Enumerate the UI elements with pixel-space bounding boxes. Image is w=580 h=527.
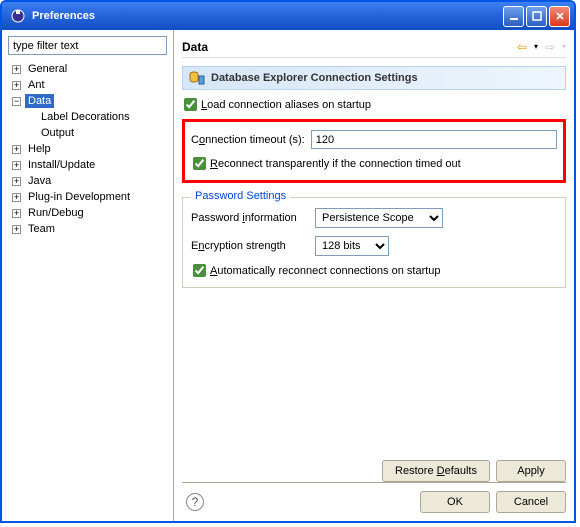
encryption-label: Encryption strength	[191, 240, 309, 252]
filter-input[interactable]	[8, 36, 167, 55]
tree-item-java[interactable]: + Java	[8, 173, 167, 189]
collapse-icon[interactable]: −	[12, 97, 21, 106]
tree-label: Label Decorations	[38, 110, 133, 124]
back-icon[interactable]: ⇦	[514, 39, 530, 55]
highlighted-section: Connection timeout (s): Reconnect transp…	[182, 119, 566, 183]
tree-label: Run/Debug	[25, 206, 87, 220]
content-area: +General +Ant −Data Label Decorations Ou…	[2, 30, 574, 521]
bottom-bar: ? OK Cancel	[182, 482, 566, 513]
expand-icon[interactable]: +	[12, 65, 21, 74]
password-info-label: Password information	[191, 212, 309, 224]
dropdown-icon: ▾	[562, 42, 566, 51]
tree-label: Help	[25, 142, 54, 156]
page-buttons: Restore Defaults Apply	[182, 452, 566, 482]
sidebar: + General + Ant −Data Label Decorations Ou…	[2, 30, 174, 521]
preferences-window: Preferences +General +Ant −Data Label De…	[0, 0, 576, 523]
timeout-input[interactable]	[311, 130, 557, 149]
cancel-button[interactable]: Cancel	[496, 491, 566, 513]
reconnect-checkbox[interactable]	[193, 157, 206, 170]
expand-icon[interactable]: +	[12, 161, 21, 170]
tree-item-general[interactable]: + General	[8, 61, 167, 77]
nav-controls: ⇦ ▾ ⇨ ▾	[514, 39, 566, 55]
password-legend: Password Settings	[191, 190, 290, 202]
tree-label: Install/Update	[25, 158, 98, 172]
encryption-row: Encryption strength 128 bits	[191, 236, 557, 256]
password-info-select[interactable]: Persistence Scope	[315, 208, 443, 228]
tree-label: Data	[25, 94, 54, 108]
forward-icon[interactable]: ⇨	[542, 39, 558, 55]
password-fieldset: Password Settings Password information P…	[182, 197, 566, 288]
expand-icon[interactable]: +	[12, 145, 21, 154]
banner-text: Database Explorer Connection Settings	[211, 72, 418, 84]
ok-button[interactable]: OK	[420, 491, 490, 513]
expand-icon[interactable]: +	[12, 193, 21, 202]
window-controls	[503, 6, 570, 27]
app-icon	[10, 8, 26, 24]
help-icon[interactable]: ?	[186, 493, 204, 511]
page-title: Data	[182, 40, 208, 54]
load-aliases-label[interactable]: Load connection aliases on startup	[201, 99, 371, 111]
expand-icon[interactable]: +	[12, 209, 21, 218]
tree-item-plugin-dev[interactable]: + Plug-in Development	[8, 189, 167, 205]
window-title: Preferences	[32, 10, 503, 22]
tree-label: Output	[38, 126, 77, 140]
tree-item-ant[interactable]: + Ant	[8, 77, 167, 93]
main-panel: Data ⇦ ▾ ⇨ ▾ Database Explorer Connection …	[174, 30, 574, 521]
reconnect-label[interactable]: Reconnect transparently if the connectio…	[210, 158, 461, 170]
tree-item-label-decorations[interactable]: Label Decorations	[8, 109, 167, 125]
reconnect-row: Reconnect transparently if the connectio…	[191, 157, 557, 170]
tree-label: Ant	[25, 78, 48, 92]
tree-label: Plug-in Development	[25, 190, 133, 204]
timeout-row: Connection timeout (s):	[191, 130, 557, 149]
tree-item-output[interactable]: Output	[8, 125, 167, 141]
tree-item-run-debug[interactable]: + Run/Debug	[8, 205, 167, 221]
tree-item-team[interactable]: + Team	[8, 221, 167, 237]
tree-item-install-update[interactable]: + Install/Update	[8, 157, 167, 173]
encryption-select[interactable]: 128 bits	[315, 236, 389, 256]
tree-label: Team	[25, 222, 58, 236]
restore-defaults-button[interactable]: Restore Defaults	[382, 460, 490, 482]
auto-reconnect-checkbox[interactable]	[193, 264, 206, 277]
password-info-row: Password information Persistence Scope	[191, 208, 557, 228]
titlebar: Preferences	[2, 2, 574, 30]
dialog-buttons: OK Cancel	[420, 491, 566, 513]
tree-item-help[interactable]: + Help	[8, 141, 167, 157]
page-header: Data ⇦ ▾ ⇨ ▾	[182, 36, 566, 58]
expand-icon[interactable]: +	[12, 225, 21, 234]
load-aliases-row: Load connection aliases on startup	[182, 98, 566, 111]
apply-button[interactable]: Apply	[496, 460, 566, 482]
close-button[interactable]	[549, 6, 570, 27]
section-banner: Database Explorer Connection Settings	[182, 66, 566, 90]
category-tree: + General + Ant −Data Label Decorations Ou…	[8, 61, 167, 515]
maximize-button[interactable]	[526, 6, 547, 27]
database-icon	[189, 70, 205, 86]
load-aliases-checkbox[interactable]	[184, 98, 197, 111]
expand-icon[interactable]: +	[12, 81, 21, 90]
tree-label: General	[25, 62, 70, 76]
minimize-button[interactable]	[503, 6, 524, 27]
auto-reconnect-row: Automatically reconnect connections on s…	[191, 264, 557, 277]
tree-item-data[interactable]: −Data	[8, 93, 167, 109]
dropdown-icon[interactable]: ▾	[534, 42, 538, 51]
tree-label: Java	[25, 174, 54, 188]
timeout-label: Connection timeout (s):	[191, 134, 305, 146]
expand-icon[interactable]: +	[12, 177, 21, 186]
auto-reconnect-label[interactable]: Automatically reconnect connections on s…	[210, 265, 441, 277]
